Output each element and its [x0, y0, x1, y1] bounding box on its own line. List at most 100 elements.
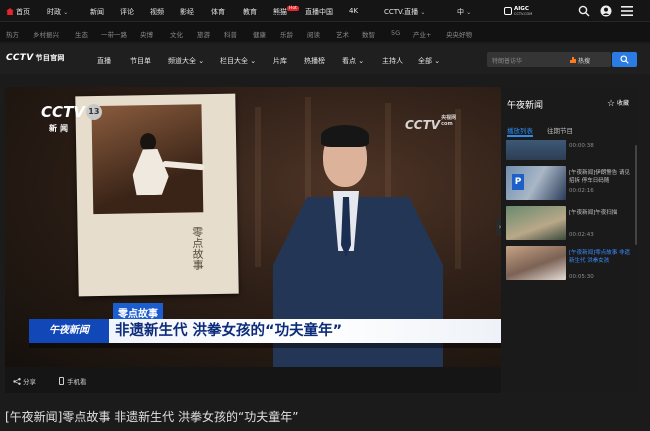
- nav-education[interactable]: 教育: [243, 7, 257, 17]
- subnav-item[interactable]: 乡村振兴: [33, 29, 59, 39]
- subnav-item[interactable]: 央央好物: [446, 29, 472, 39]
- program-logo: 午夜新闻: [29, 319, 109, 343]
- aigc-icon: [504, 7, 512, 15]
- phone-icon: [59, 377, 64, 385]
- trending-icon: [570, 57, 576, 63]
- playlist-item-active[interactable]: [午夜新闻]零点故事 非遗新生代 洪拳女孩 00:05:30: [506, 246, 634, 282]
- video-duration: 00:02:43: [569, 232, 594, 238]
- aigc-subtitle: CCTV.COM: [514, 12, 533, 16]
- tab-past-episodes[interactable]: 往期节目: [547, 125, 573, 135]
- channel-nav-library[interactable]: 片库: [273, 56, 287, 66]
- subnav-item[interactable]: 阅读: [307, 29, 320, 39]
- chevron-down-icon: ⌄: [63, 9, 69, 16]
- playlist-scrollbar[interactable]: [635, 145, 637, 245]
- chevron-down-icon: ⌄: [434, 57, 441, 65]
- cctv13-watermark: CCTV 13 新闻: [41, 103, 102, 133]
- subnav-item[interactable]: 一带一路: [101, 29, 127, 39]
- search-icon[interactable]: [578, 5, 590, 17]
- active-tab-indicator: [507, 135, 533, 137]
- playlist-item[interactable]: 00:00:38: [506, 140, 634, 162]
- segment-tag: 零点故事: [113, 303, 163, 320]
- nav-cctv-live[interactable]: CCTV.直播 ⌄: [384, 7, 425, 17]
- nav-live-china[interactable]: 直播中国: [305, 7, 333, 17]
- user-icon[interactable]: [600, 5, 612, 17]
- video-title: [午夜新闻]伊朗警告 请见招拆 停车日码随: [569, 170, 631, 184]
- search-icon: [620, 55, 629, 64]
- subnav-item[interactable]: 5G: [391, 29, 400, 37]
- subnav-item[interactable]: 热方: [6, 29, 19, 39]
- share-icon: [13, 378, 21, 385]
- subnav-item[interactable]: 数智: [362, 29, 375, 39]
- search-button[interactable]: [612, 52, 637, 67]
- nav-politics[interactable]: 时政 ⌄: [47, 7, 68, 17]
- search-box[interactable]: 特朗普访华 热搜: [487, 52, 611, 67]
- video-title: [午夜新闻]零点故事 非遗新生代 洪拳女孩: [569, 250, 631, 264]
- subnav-item[interactable]: 健康: [253, 29, 266, 39]
- chevron-down-icon: ⌄: [250, 57, 257, 65]
- channel-nav-channels[interactable]: 频道大全 ⌄: [168, 56, 204, 66]
- video-duration: 00:02:16: [569, 188, 594, 194]
- video-player[interactable]: 零点故事 CCTV 13 新闻 CCTV央视网 com 零点故事 午夜新闻 非遗新生…: [5, 87, 501, 367]
- girl-photo: [91, 104, 205, 215]
- nav-home[interactable]: 首页: [6, 7, 30, 17]
- home-icon: [6, 8, 14, 15]
- video-duration: 00:05:30: [569, 274, 594, 280]
- channel-nav-all[interactable]: 全部 ⌄: [418, 56, 440, 66]
- playlist: 00:00:38 P [午夜新闻]伊朗警告 请见招拆 停车日码随 00:02:1…: [501, 140, 638, 393]
- language-select[interactable]: 中 ⌄: [457, 7, 471, 17]
- chevron-down-icon: ⌄: [198, 57, 205, 65]
- hot-badge: Hot: [287, 6, 299, 11]
- star-icon: ☆: [607, 99, 616, 109]
- nav-panda[interactable]: 熊猫 Hot: [273, 6, 299, 17]
- playlist-item[interactable]: [午夜新闻]午夜扫描 00:02:43: [506, 206, 634, 242]
- nav-video[interactable]: 视频: [150, 7, 164, 17]
- video-duration: 00:00:38: [569, 143, 594, 149]
- tab-playlist[interactable]: 播放列表: [507, 125, 533, 135]
- collect-button[interactable]: ☆ 收藏: [607, 98, 629, 109]
- hot-search-label[interactable]: 热搜: [578, 56, 590, 65]
- player-actions: 分享 手机看: [5, 367, 501, 393]
- video-thumbnail: [506, 206, 566, 240]
- video-thumbnail: [506, 246, 566, 280]
- channel-nav-live[interactable]: 直播: [97, 56, 111, 66]
- subnav-item[interactable]: 央博: [140, 29, 153, 39]
- playlist-sidebar: 午夜新闻 ☆ 收藏 播放列表 往期节目 00:00:38 P [午夜新闻]伊朗警…: [501, 87, 638, 393]
- subnav-item[interactable]: 旅游: [197, 29, 210, 39]
- subnav-item[interactable]: 艺术: [336, 29, 349, 39]
- channel-nav-highlights[interactable]: 看点 ⌄: [342, 56, 364, 66]
- top-nav: 首页 时政 ⌄ 新闻 评论 视频 影经 体育 教育 熊猫 Hot 直播中国 4K …: [0, 0, 650, 22]
- chevron-down-icon: ⌄: [466, 9, 472, 16]
- subnav-item[interactable]: 文化: [170, 29, 183, 39]
- aigc-logo[interactable]: AIGC CCTV.COM: [504, 4, 538, 18]
- watch-on-phone-button[interactable]: 手机看: [59, 376, 87, 386]
- channel-nav-columns[interactable]: 栏目大全 ⌄: [220, 56, 256, 66]
- headline-caption: 非遗新生代 洪拳女孩的“功夫童年”: [115, 323, 343, 339]
- channel-nav-hosts[interactable]: 主持人: [382, 56, 403, 66]
- program-title: 午夜新闻: [507, 101, 544, 111]
- chevron-down-icon: ⌄: [420, 9, 426, 16]
- channel-nav: CCTV 节目官网 直播 节目单 频道大全 ⌄ 栏目大全 ⌄ 片库 热播榜 看点 …: [0, 44, 650, 74]
- nav-sports[interactable]: 体育: [211, 7, 225, 17]
- cctv-com-watermark: CCTV央视网 com: [405, 115, 457, 132]
- video-thumbnail: P: [506, 166, 566, 200]
- playlist-item[interactable]: P [午夜新闻]伊朗警告 请见招拆 停车日码随 00:02:16: [506, 166, 634, 202]
- chevron-down-icon: ⌄: [358, 57, 365, 65]
- nav-comment[interactable]: 评论: [120, 7, 134, 17]
- subnav-item[interactable]: 产业+: [413, 29, 431, 39]
- nav-finance[interactable]: 影经: [180, 7, 194, 17]
- subnav-item[interactable]: 科普: [224, 29, 237, 39]
- nav-4k[interactable]: 4K: [349, 7, 358, 15]
- nav-news[interactable]: 新闻: [90, 7, 104, 17]
- menu-icon[interactable]: [621, 6, 633, 16]
- sub-nav: 热方 乡村振兴 生态 一带一路 央博 文化 旅游 科普 健康 乐龄 阅读 艺术 …: [0, 22, 650, 42]
- subnav-item[interactable]: 乐龄: [280, 29, 293, 39]
- share-button[interactable]: 分享: [13, 376, 36, 386]
- video-title: [午夜新闻]午夜扫描: [569, 210, 618, 216]
- video-page-title: [午夜新闻]零点故事 非遗新生代 洪拳女孩的“功夫童年”: [5, 410, 299, 424]
- cctv-logo[interactable]: CCTV 节目官网: [6, 53, 65, 63]
- search-placeholder: 特朗普访华: [492, 58, 523, 65]
- channel-nav-ranking[interactable]: 热播榜: [304, 56, 325, 66]
- channel-nav-schedule[interactable]: 节目单: [130, 56, 151, 66]
- subnav-item[interactable]: 生态: [75, 29, 88, 39]
- video-thumbnail: [506, 140, 566, 160]
